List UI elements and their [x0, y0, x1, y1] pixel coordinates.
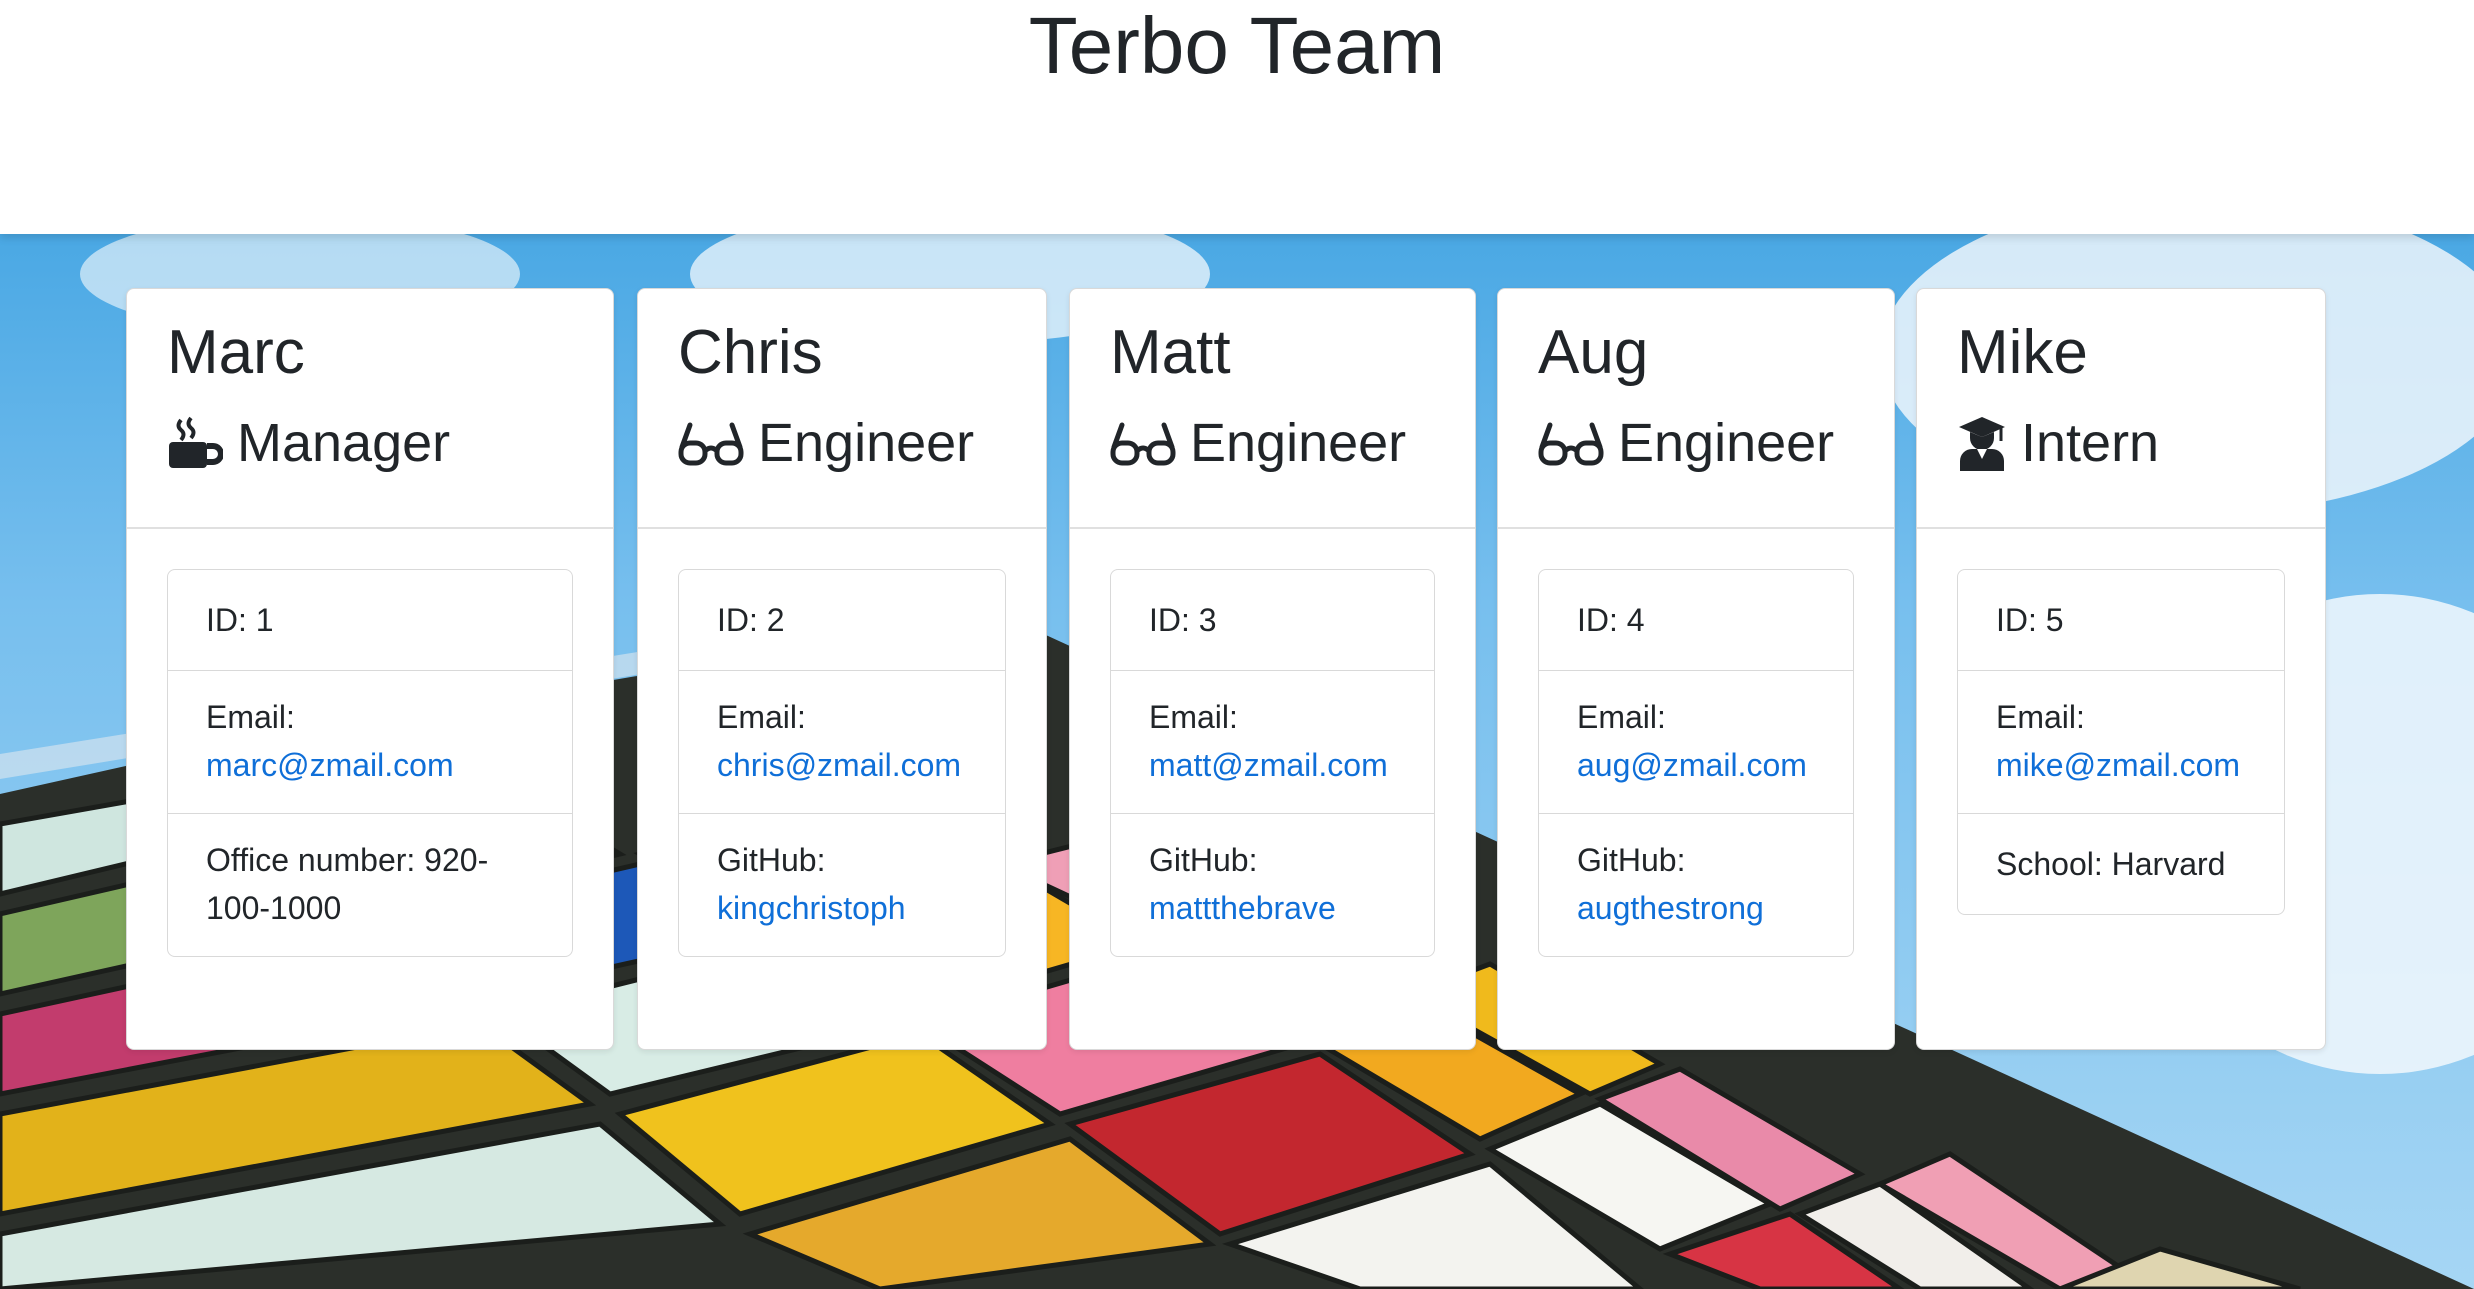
employee-name: Chris [678, 318, 823, 387]
page-title: Terbo Team [1028, 1, 1446, 90]
github-link[interactable]: kingchristoph [717, 890, 906, 926]
employee-email-row: Email: aug@zmail.com [1539, 671, 1853, 814]
employee-role: Engineer [678, 407, 974, 479]
graduate-icon [1959, 417, 2005, 471]
employee-card-marc: Marc Manager ID: 1 Email: marc@zmail.com… [126, 288, 614, 1050]
glasses-icon [678, 422, 744, 466]
employee-id: ID: 1 [168, 570, 572, 671]
glasses-icon [1538, 422, 1604, 466]
role-label: Engineer [1618, 413, 1835, 473]
email-link[interactable]: mike@zmail.com [1996, 747, 2240, 783]
glasses-icon [1110, 422, 1176, 466]
employee-card-chris: Chris Engineer ID: 2 Email: chris@zmail.… [637, 288, 1047, 1050]
employee-info-list: ID: 3 Email: matt@zmail.com GitHub: matt… [1110, 569, 1435, 957]
github-label: GitHub: [1577, 842, 1686, 878]
card-header: Aug Engineer [1498, 289, 1894, 529]
employee-role: Engineer [1538, 407, 1834, 479]
role-label: Engineer [1190, 413, 1407, 473]
employee-email-row: Email: mike@zmail.com [1958, 671, 2284, 814]
employee-id: ID: 3 [1111, 570, 1434, 671]
github-link[interactable]: mattthebrave [1149, 890, 1336, 926]
email-link[interactable]: matt@zmail.com [1149, 747, 1388, 783]
employee-name: Mike [1957, 318, 2088, 387]
card-header: Chris Engineer [638, 289, 1046, 529]
github-row: GitHub: augthestrong [1539, 814, 1853, 956]
role-label: Engineer [758, 413, 975, 473]
employee-info-list: ID: 5 Email: mike@zmail.com School: Harv… [1957, 569, 2285, 915]
email-link[interactable]: aug@zmail.com [1577, 747, 1807, 783]
school: School: Harvard [1996, 846, 2226, 882]
office-number: Office number: 920-100-1000 [206, 842, 489, 926]
github-label: GitHub: [717, 842, 826, 878]
employee-email-row: Email: marc@zmail.com [168, 671, 572, 814]
card-header: Mike Intern [1917, 289, 2325, 529]
email-label: Email: [206, 699, 295, 735]
employee-id: ID: 2 [679, 570, 1005, 671]
card-header: Marc Manager [127, 289, 613, 529]
page-header: Terbo Team [0, 0, 2474, 234]
employee-role: Engineer [1110, 407, 1406, 479]
email-label: Email: [717, 699, 806, 735]
email-link[interactable]: marc@zmail.com [206, 747, 454, 783]
email-link[interactable]: chris@zmail.com [717, 747, 961, 783]
employee-card-mike: Mike Intern ID: 5 Email: mike@zmail.com … [1916, 288, 2326, 1050]
employee-name: Marc [167, 318, 305, 387]
employee-id: ID: 5 [1958, 570, 2284, 671]
employee-card-aug: Aug Engineer ID: 4 Email: aug@zmail.com … [1497, 288, 1895, 1050]
role-label: Intern [2021, 413, 2160, 473]
employee-email-row: Email: matt@zmail.com [1111, 671, 1434, 814]
github-row: GitHub: kingchristoph [679, 814, 1005, 956]
email-label: Email: [1577, 699, 1666, 735]
employee-role: Intern [1957, 407, 2159, 479]
github-row: GitHub: mattthebrave [1111, 814, 1434, 956]
github-link[interactable]: augthestrong [1577, 890, 1764, 926]
github-label: GitHub: [1149, 842, 1258, 878]
employee-role: Manager [167, 407, 450, 479]
email-label: Email: [1149, 699, 1238, 735]
employee-info-list: ID: 2 Email: chris@zmail.com GitHub: kin… [678, 569, 1006, 957]
email-label: Email: [1996, 699, 2085, 735]
employee-id: ID: 4 [1539, 570, 1853, 671]
employee-name: Aug [1538, 318, 1649, 387]
employee-info-list: ID: 4 Email: aug@zmail.com GitHub: augth… [1538, 569, 1854, 957]
employee-email-row: Email: chris@zmail.com [679, 671, 1005, 814]
coffee-icon [169, 416, 223, 468]
employee-info-list: ID: 1 Email: marc@zmail.com Office numbe… [167, 569, 573, 957]
employee-card-matt: Matt Engineer ID: 3 Email: matt@zmail.co… [1069, 288, 1476, 1050]
role-label: Manager [237, 413, 451, 473]
card-header: Matt Engineer [1070, 289, 1475, 529]
employee-name: Matt [1110, 318, 1231, 387]
